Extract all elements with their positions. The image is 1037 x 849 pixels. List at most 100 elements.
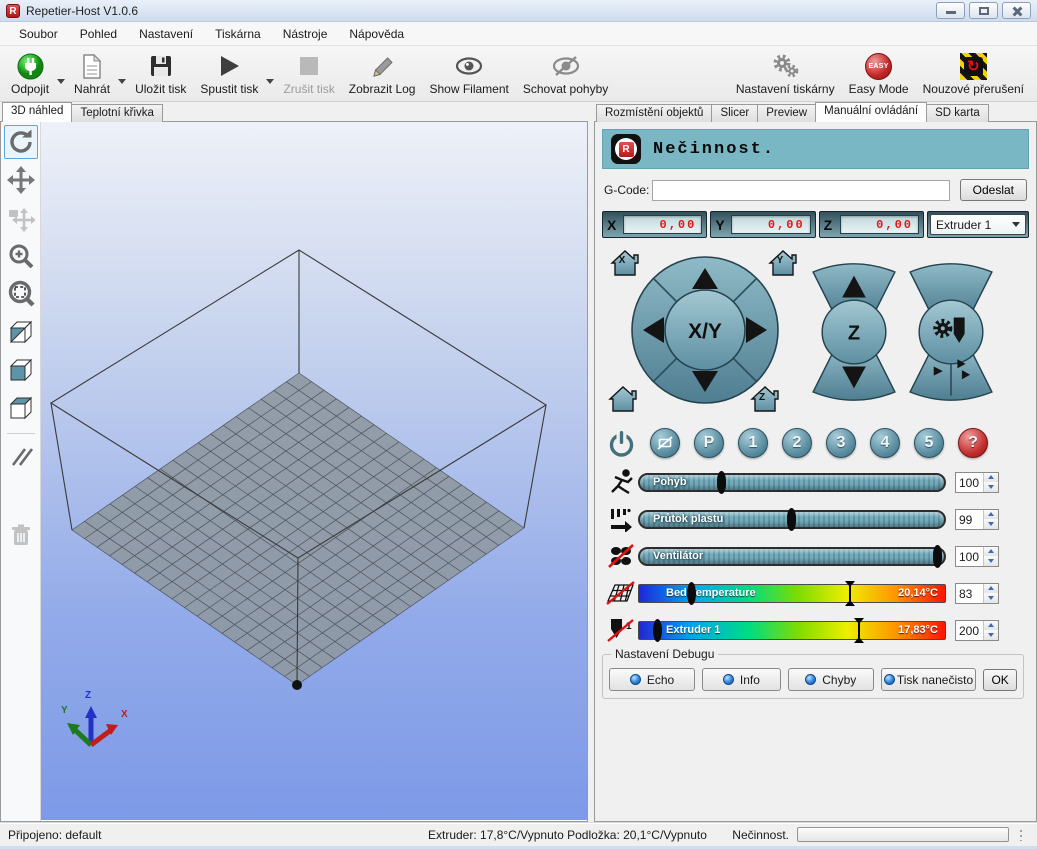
fan-slider[interactable]: Ventilátor: [638, 547, 946, 566]
disconnect-dropdown-arrow[interactable]: [57, 79, 65, 84]
emergency-stop-button[interactable]: ↻ Nouzové přerušení: [916, 48, 1031, 101]
feedrate-spinbox[interactable]: 100: [955, 472, 999, 493]
tab-slicer[interactable]: Slicer: [711, 104, 758, 122]
spin-down-arrow[interactable]: [984, 519, 998, 529]
spin-down-arrow[interactable]: [984, 593, 998, 603]
minimize-button[interactable]: [936, 2, 965, 19]
menu-soubor[interactable]: Soubor: [8, 24, 69, 44]
titlebar[interactable]: R Repetier-Host V1.0.6: [0, 0, 1037, 22]
spin-up-arrow[interactable]: [984, 547, 998, 557]
close-button[interactable]: [1002, 2, 1031, 19]
start-print-button[interactable]: Spustit tisk: [193, 48, 265, 101]
z-jog-control[interactable]: Z: [804, 252, 904, 412]
extruder-jog-control[interactable]: [901, 252, 1001, 412]
bed-temperature-spinbox[interactable]: 83: [955, 583, 999, 604]
tab-temperature-curve[interactable]: Teplotní křivka: [71, 104, 163, 122]
rotate-view-button[interactable]: [4, 125, 38, 159]
fan-handle[interactable]: [933, 545, 942, 568]
feedrate-slider[interactable]: Pohyb: [638, 473, 946, 492]
spin-down-arrow[interactable]: [984, 630, 998, 640]
power-button[interactable]: [607, 429, 636, 458]
debug-ok-button[interactable]: OK: [983, 669, 1017, 691]
main-toolbar: Odpojit Nahrát Uložit tisk Spustit tisk: [0, 46, 1037, 102]
preset-1-button[interactable]: 1: [738, 428, 768, 458]
extruder-temperature-spinbox[interactable]: 200: [955, 620, 999, 641]
load-dropdown-arrow[interactable]: [118, 79, 126, 84]
x-position-display: X 0,00: [602, 211, 707, 238]
fit-view-button[interactable]: [4, 277, 38, 311]
preset-5-button[interactable]: 5: [914, 428, 944, 458]
flowrate-handle[interactable]: [787, 508, 796, 531]
bed-current-temperature: 20,14°C: [898, 587, 938, 599]
maximize-button[interactable]: [969, 2, 998, 19]
gcode-input[interactable]: [652, 180, 950, 201]
home-y-button[interactable]: Y: [767, 248, 799, 278]
zoom-in-button[interactable]: [4, 239, 38, 273]
flowrate-slider[interactable]: Průtok plastu: [638, 510, 946, 529]
preset-2-button[interactable]: 2: [782, 428, 812, 458]
extruder-temperature-slider[interactable]: Extruder 1 17,83°C: [638, 621, 946, 640]
debug-group-title: Nastavení Debugu: [611, 647, 718, 661]
spin-up-arrow[interactable]: [984, 621, 998, 631]
debug-settings-group: Nastavení Debugu Echo Info Chyby Tisk na…: [602, 654, 1024, 699]
home-x-button[interactable]: X: [609, 248, 641, 278]
menu-napoveda[interactable]: Nápověda: [338, 24, 415, 44]
3d-viewport[interactable]: X Y Z: [41, 122, 587, 821]
start-print-dropdown-arrow[interactable]: [266, 79, 274, 84]
preset-3-button[interactable]: 3: [826, 428, 856, 458]
debug-info-button[interactable]: Info: [702, 668, 781, 691]
spin-down-arrow[interactable]: [984, 482, 998, 492]
flowrate-label: Průtok plastu: [653, 513, 723, 525]
extruder-current-temperature: 17,83°C: [898, 624, 938, 636]
resize-grip[interactable]: [1019, 829, 1023, 841]
feedrate-handle[interactable]: [717, 471, 726, 494]
home-z-button[interactable]: Z: [749, 384, 781, 414]
tab-object-placement[interactable]: Rozmístění objektů: [596, 104, 712, 122]
spin-up-arrow[interactable]: [984, 510, 998, 520]
debug-errors-button[interactable]: Chyby: [788, 668, 874, 691]
app-logo-icon: R: [6, 4, 20, 18]
tab-preview[interactable]: Preview: [757, 104, 816, 122]
tab-3d-view[interactable]: 3D náhled: [2, 102, 72, 122]
help-button[interactable]: ?: [958, 428, 988, 458]
debug-echo-button[interactable]: Echo: [609, 668, 695, 691]
extruder-target-marker: [853, 618, 865, 643]
tab-manual-control[interactable]: Manuální ovládání: [815, 102, 927, 122]
left-tabstrip: 3D náhled Teplotní křivka: [0, 102, 588, 122]
isometric-view-button[interactable]: [4, 315, 38, 349]
menu-nastroje[interactable]: Nástroje: [272, 24, 339, 44]
load-button[interactable]: Nahrát: [67, 48, 117, 101]
preset-4-button[interactable]: 4: [870, 428, 900, 458]
menu-nastaveni[interactable]: Nastavení: [128, 24, 204, 44]
extruder-temperature-label: Extruder 1: [666, 624, 720, 636]
parallel-projection-button[interactable]: [4, 440, 38, 474]
save-print-button[interactable]: Uložit tisk: [128, 48, 193, 101]
show-log-button[interactable]: Zobrazit Log: [342, 48, 423, 101]
fan-spinbox[interactable]: 100: [955, 546, 999, 567]
send-gcode-button[interactable]: Odeslat: [960, 179, 1027, 201]
hide-travel-moves-button[interactable]: Schovat pohyby: [516, 48, 615, 101]
printer-settings-button[interactable]: Nastavení tiskárny: [729, 48, 842, 101]
isometric-view-icon: [7, 318, 35, 346]
front-view-button[interactable]: [4, 353, 38, 387]
park-button[interactable]: P: [694, 428, 724, 458]
flowrate-spinbox[interactable]: 99: [955, 509, 999, 530]
top-view-button[interactable]: [4, 391, 38, 425]
tab-sd-card[interactable]: SD karta: [926, 104, 989, 122]
home-all-button[interactable]: [607, 384, 639, 414]
show-filament-button[interactable]: Show Filament: [422, 48, 515, 101]
bed-temperature-slider[interactable]: Bed Temperature 20,14°C: [638, 584, 946, 603]
menu-tiskarna[interactable]: Tiskárna: [204, 24, 272, 44]
menu-pohled[interactable]: Pohled: [69, 24, 128, 44]
easy-mode-button[interactable]: EASY Easy Mode: [842, 48, 916, 101]
spin-down-arrow[interactable]: [984, 556, 998, 566]
extruder-temperature-handle[interactable]: [653, 619, 662, 642]
debug-dry-run-button[interactable]: Tisk nanečisto: [881, 668, 976, 691]
bed-temperature-handle[interactable]: [687, 582, 696, 605]
move-view-button[interactable]: [4, 163, 38, 197]
extruder-select[interactable]: Extruder 1: [930, 214, 1026, 235]
spin-up-arrow[interactable]: [984, 584, 998, 594]
motors-off-button[interactable]: [650, 428, 680, 458]
spin-up-arrow[interactable]: [984, 473, 998, 483]
disconnect-button[interactable]: Odpojit: [4, 48, 56, 101]
